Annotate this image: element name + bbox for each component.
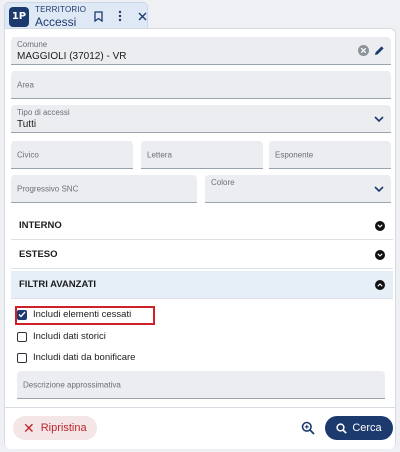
zoom-search-button[interactable] [297,417,319,439]
close-icon[interactable] [135,9,149,23]
comune-field[interactable]: Comune MAGGIOLI (37012) - VR [11,37,391,65]
search-icon [336,422,348,434]
chevron-down-icon[interactable] [375,220,385,231]
cerca-label: Cerca [352,422,382,434]
colore-label: Colore [211,178,235,187]
check-storici-label: Includi dati storici [33,331,106,342]
progressivo-snc-field[interactable]: Progressivo SNC [11,175,197,203]
lettera-field[interactable]: Lettera [141,141,263,169]
check-includi-dati-da-bonificare[interactable]: Includi dati da bonificare [17,352,135,363]
tipo-accessi-select[interactable]: Tipo di accessi Tutti [11,105,391,133]
tab-subtitle: TERRITORIO [35,4,87,14]
footer-bar: ✕ Ripristina Cerca [5,407,395,449]
descrizione-field[interactable]: Descrizione approssimativa [17,371,385,399]
tipo-accessi-label: Tipo di accessi [17,108,70,117]
check-includi-elementi-cessati[interactable]: Includi elementi cessati [17,309,131,320]
bookmark-icon[interactable] [91,9,105,23]
lettera-placeholder: Lettera [147,150,172,159]
section-filtri-avanzati[interactable]: FILTRI AVANZATI [11,271,393,299]
search-panel: Comune MAGGIOLI (37012) - VR Area Tipo d… [4,28,396,449]
colore-select[interactable]: Colore [205,175,391,203]
section-interno-label: INTERNO [19,220,62,231]
cerca-button[interactable]: Cerca [325,416,393,440]
clear-icon[interactable] [357,45,369,57]
edit-icon[interactable] [373,45,385,57]
section-filtri-avanzati-label: FILTRI AVANZATI [19,279,97,290]
tipo-accessi-value: Tutti [17,119,37,130]
section-interno[interactable]: INTERNO [11,212,393,240]
area-field[interactable]: Area [11,71,391,99]
close-icon: ✕ [23,420,35,436]
area-placeholder: Area [17,80,34,89]
civico-placeholder: Civico [17,150,39,159]
checkbox-icon[interactable] [17,352,27,363]
comune-label: Comune [17,40,48,49]
app-logo: 1P [9,6,29,27]
esponente-placeholder: Esponente [275,150,314,159]
ripristina-button[interactable]: ✕ Ripristina [13,416,97,440]
accessi-tab[interactable]: 1P TERRITORIO Accessi [4,2,148,30]
progressivo-snc-placeholder: Progressivo SNC [17,184,79,193]
esponente-field[interactable]: Esponente [269,141,391,169]
chevron-down-icon[interactable] [373,113,385,125]
check-includi-dati-storici[interactable]: Includi dati storici [17,331,106,342]
section-esteso[interactable]: ESTESO [11,241,393,269]
chevron-down-icon[interactable] [375,249,385,260]
more-vertical-icon[interactable] [113,9,127,23]
section-esteso-label: ESTESO [19,249,58,260]
descrizione-placeholder: Descrizione approssimativa [23,380,121,389]
chevron-down-icon[interactable] [373,183,385,195]
check-bonificare-label: Includi dati da bonificare [33,352,136,363]
check-cessati-label: Includi elementi cessati [33,309,132,320]
checkbox-checked-icon[interactable] [17,309,27,320]
checkbox-icon[interactable] [17,331,27,342]
comune-value: MAGGIOLI (37012) - VR [17,51,127,62]
tab-title: Accessi [35,14,77,29]
zoom-in-icon [301,421,315,435]
ripristina-label: Ripristina [40,422,87,434]
chevron-up-icon[interactable] [375,279,385,290]
civico-field[interactable]: Civico [11,141,133,169]
